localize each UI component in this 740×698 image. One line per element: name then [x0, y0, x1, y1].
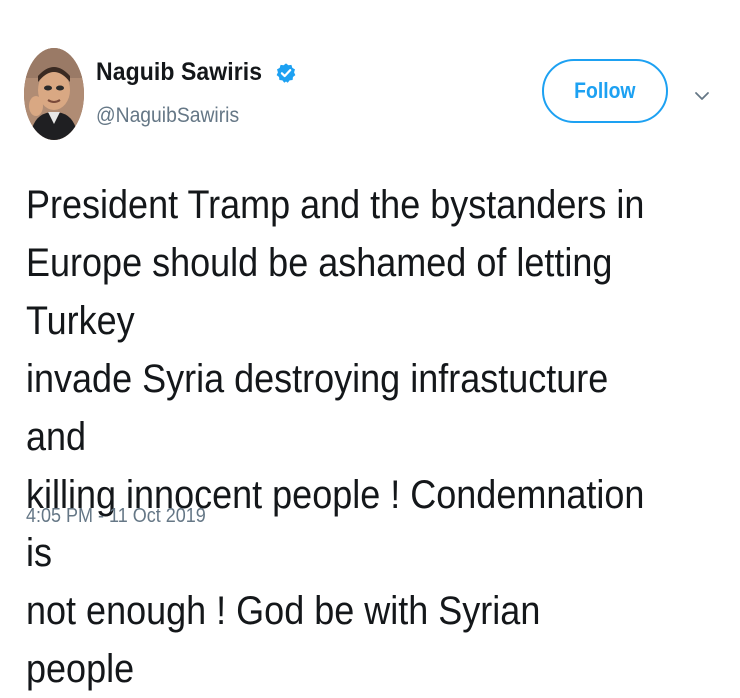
tweet-text: President Tramp and the bystanders in Eu…	[26, 183, 645, 691]
name-row: Naguib Sawiris	[96, 58, 297, 87]
tweet-card: Naguib Sawiris @NaguibSawiris Follow Pre…	[0, 0, 740, 691]
follow-button-label: Follow	[574, 78, 636, 103]
user-handle[interactable]: @NaguibSawiris	[96, 104, 239, 128]
avatar[interactable]	[24, 48, 84, 140]
display-name[interactable]: Naguib Sawiris	[96, 58, 262, 87]
verified-badge-icon	[275, 62, 297, 84]
tweet-timestamp[interactable]: 4:05 PM - 11 Oct 2019	[26, 505, 206, 528]
follow-button[interactable]: Follow	[542, 59, 668, 123]
profile-photo	[24, 48, 84, 140]
more-options-button[interactable]	[690, 84, 714, 108]
chevron-down-icon	[695, 92, 709, 100]
